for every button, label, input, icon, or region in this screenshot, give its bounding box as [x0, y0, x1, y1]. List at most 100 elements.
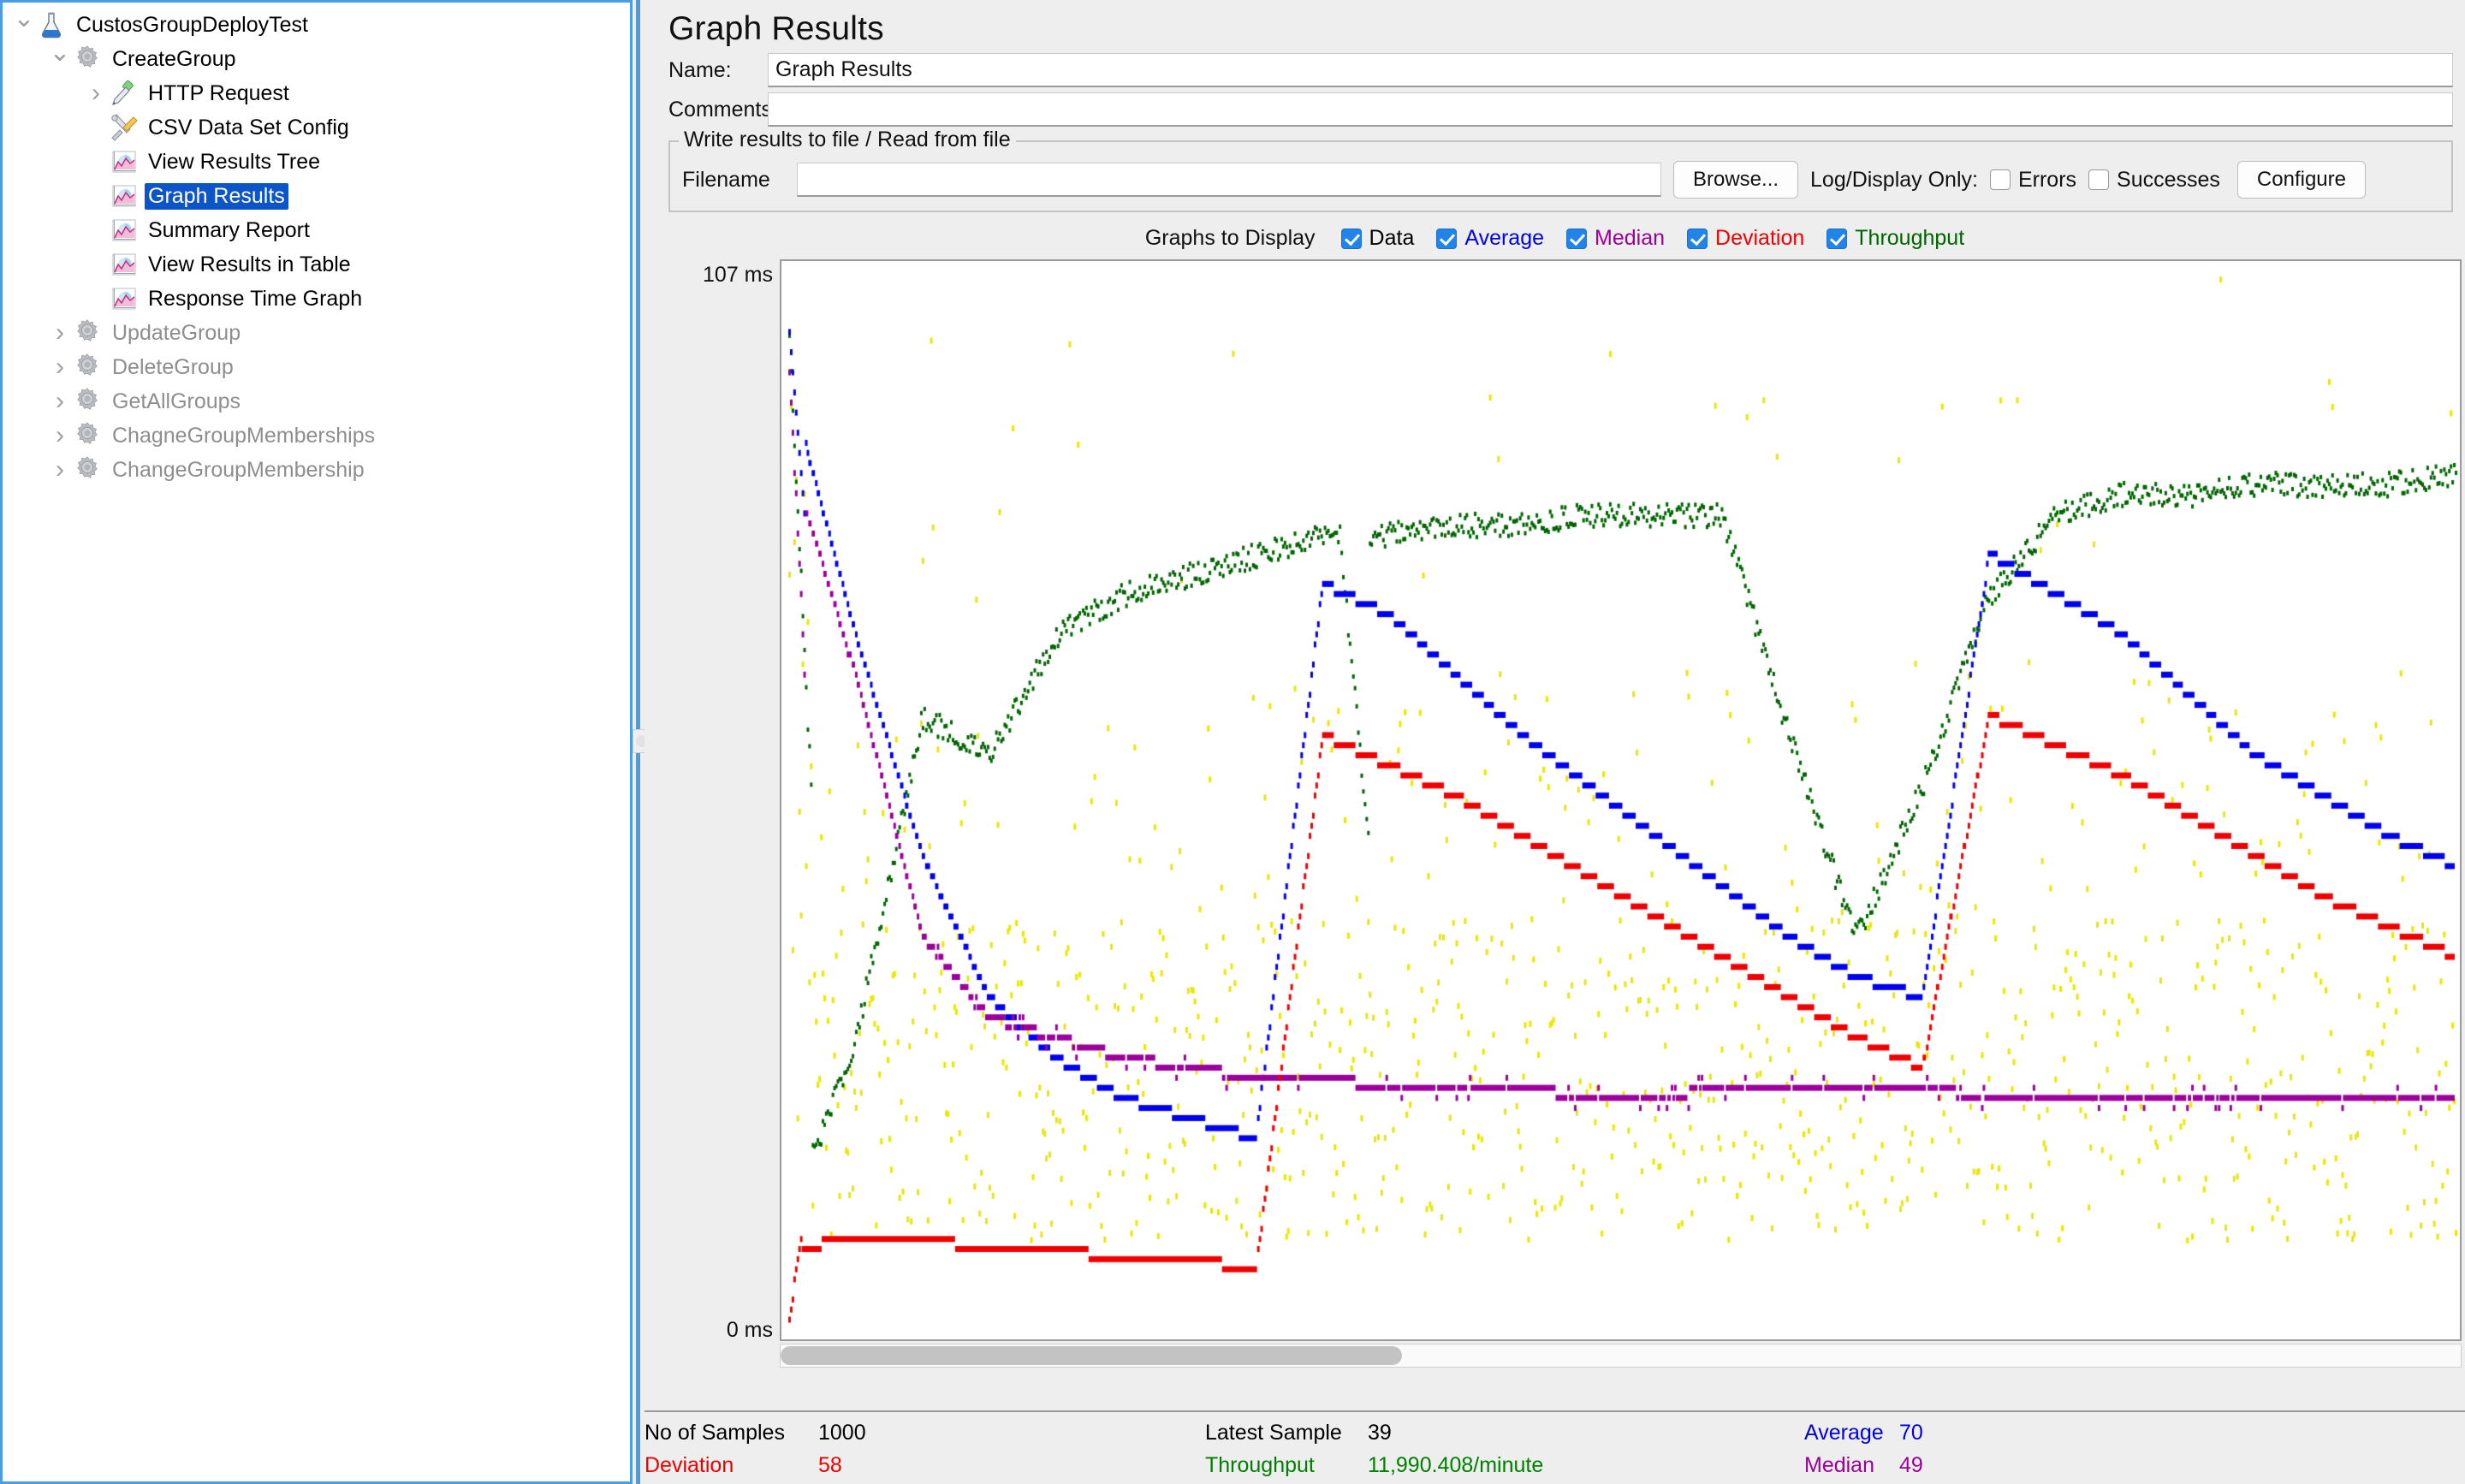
tree-node-label: CustosGroupDeployTest — [73, 12, 312, 39]
chevron-down-icon[interactable]: ⌄ — [11, 6, 37, 32]
listener-graph-icon — [109, 284, 138, 313]
throughput-label: Throughput — [1205, 1453, 1315, 1478]
scrollbar-thumb[interactable] — [781, 1346, 1402, 1365]
tree-node-label: View Results Tree — [145, 149, 324, 175]
graphs-to-display-average-wrap[interactable]: Average — [1436, 226, 1544, 251]
graphs-to-display-throughput-wrap[interactable]: Throughput — [1826, 226, 1964, 251]
tree-node-deletegroup[interactable]: › DeleteGroup — [3, 350, 630, 384]
tree-node-http-request[interactable]: › HTTP Request — [3, 76, 630, 110]
successes-checkbox-wrap[interactable]: Successes — [2088, 168, 2220, 193]
filename-label: Filename — [682, 168, 785, 193]
chevron-right-icon[interactable]: › — [47, 389, 73, 414]
name-input[interactable]: Graph Results — [768, 53, 2453, 87]
statistics-footer: No of Samples 1000 Deviation 58 Latest S… — [644, 1410, 2465, 1484]
tree-node-response-time-graph[interactable]: Response Time Graph — [3, 282, 630, 316]
listener-graph-icon — [109, 250, 138, 279]
graph-area: 107 ms 0 ms — [668, 259, 2453, 1368]
listener-graph-icon — [109, 181, 138, 211]
comments-label: Comments: — [668, 98, 768, 122]
tree-node-view-results-in-table[interactable]: View Results in Table — [3, 247, 630, 282]
y-axis: 107 ms 0 ms — [668, 259, 780, 1341]
thread-group-gear-icon — [73, 353, 102, 382]
chevron-right-icon[interactable]: › — [47, 423, 73, 448]
filename-row: Filename Browse... Log/Display Only: Err… — [682, 161, 2439, 199]
graphs-to-display-data-wrap[interactable]: Data — [1341, 226, 1415, 251]
y-axis-min-label: 0 ms — [727, 1318, 773, 1343]
configure-button[interactable]: Configure — [2237, 161, 2366, 199]
graphs-to-display-median-label: Median — [1595, 226, 1665, 251]
comments-row: Comments: — [644, 87, 2465, 127]
filename-input[interactable] — [797, 163, 1661, 197]
thread-group-gear-icon — [73, 455, 102, 484]
tree-node-summary-report[interactable]: Summary Report — [3, 213, 630, 247]
thread-group-gear-icon — [73, 318, 102, 347]
log-display-only-label: Log/Display Only: — [1810, 168, 1978, 193]
listener-graph-icon — [109, 147, 138, 176]
average-value: 70 — [1899, 1421, 1923, 1445]
tree-node-label: ChagneGroupMemberships — [109, 423, 378, 449]
tree-node-custosgroupdeploytest[interactable]: ⌄ CustosGroupDeployTest — [3, 8, 630, 42]
test-plan-tree-panel[interactable]: ⌄ CustosGroupDeployTest⌄ CreateGroup› HT… — [0, 0, 633, 1484]
test-plan-tree[interactable]: ⌄ CustosGroupDeployTest⌄ CreateGroup› HT… — [3, 3, 630, 487]
tree-node-view-results-tree[interactable]: View Results Tree — [3, 145, 630, 179]
tree-node-label: Summary Report — [145, 217, 313, 244]
chevron-right-icon[interactable]: › — [47, 320, 73, 346]
graphs-to-display-row: Graphs to Display DataAverageMedianDevia… — [644, 212, 2465, 259]
tree-node-label: DeleteGroup — [109, 354, 237, 381]
name-row: Name: Graph Results — [644, 48, 2465, 87]
chevron-right-icon[interactable]: › — [83, 80, 109, 106]
graph-results-panel: Graph Results Name: Graph Results Commen… — [644, 0, 2465, 1484]
graphs-to-display-deviation-label: Deviation — [1715, 226, 1804, 251]
name-label: Name: — [668, 58, 768, 83]
tree-indent-spacer — [83, 255, 109, 275]
tree-node-label: Graph Results — [145, 183, 288, 210]
errors-checkbox-wrap[interactable]: Errors — [1990, 168, 2076, 193]
thread-group-gear-icon — [73, 45, 102, 74]
successes-checkbox[interactable] — [2088, 169, 2109, 190]
errors-checkbox[interactable] — [1990, 169, 2011, 190]
graphs-to-display-data-label: Data — [1369, 226, 1415, 251]
chevron-right-icon[interactable]: › — [47, 354, 73, 380]
thread-group-gear-icon — [73, 387, 102, 416]
average-label: Average — [1804, 1421, 1884, 1445]
comments-input[interactable] — [768, 92, 2453, 127]
latest-sample-value: 39 — [1368, 1421, 1392, 1445]
tree-node-changegroupmembership[interactable]: › ChangeGroupMembership — [3, 453, 630, 487]
panel-splitter[interactable] — [633, 0, 644, 1484]
tree-node-csv-data-set-config[interactable]: CSV Data Set Config — [3, 110, 630, 145]
tree-indent-spacer — [83, 152, 109, 172]
throughput-value: 11,990.408/minute — [1368, 1453, 1543, 1478]
tree-indent-spacer — [83, 289, 109, 309]
tree-node-label: ChangeGroupMembership — [109, 457, 368, 484]
graphs-to-display-median-checkbox[interactable] — [1566, 229, 1587, 249]
latest-sample-label: Latest Sample — [1205, 1421, 1342, 1445]
graphs-to-display-median-wrap[interactable]: Median — [1566, 226, 1665, 251]
plot-area[interactable] — [780, 259, 2462, 1341]
successes-label: Successes — [2117, 168, 2220, 193]
deviation-value: 58 — [818, 1453, 842, 1478]
browse-button[interactable]: Browse... — [1673, 161, 1798, 199]
tree-node-updategroup[interactable]: › UpdateGroup — [3, 316, 630, 350]
tree-node-label: GetAllGroups — [109, 389, 244, 415]
tree-node-creategroup[interactable]: ⌄ CreateGroup — [3, 42, 630, 76]
listener-graph-icon — [109, 216, 138, 245]
chevron-down-icon[interactable]: ⌄ — [47, 40, 73, 66]
tree-node-label: UpdateGroup — [109, 320, 244, 347]
chevron-right-icon[interactable]: › — [47, 457, 73, 483]
tree-indent-spacer — [83, 118, 109, 138]
graphs-to-display-throughput-checkbox[interactable] — [1826, 229, 1847, 249]
tree-node-chagnegroupmemberships[interactable]: › ChagneGroupMemberships — [3, 418, 630, 453]
graph-canvas[interactable] — [781, 261, 2460, 1339]
deviation-label: Deviation — [644, 1453, 734, 1478]
write-results-legend: Write results to file / Read from file — [679, 128, 1016, 152]
graphs-to-display-data-checkbox[interactable] — [1341, 229, 1362, 249]
graph-horizontal-scrollbar[interactable] — [780, 1344, 2462, 1368]
graphs-to-display-deviation-checkbox[interactable] — [1687, 229, 1708, 249]
graphs-to-display-average-checkbox[interactable] — [1436, 229, 1457, 249]
tree-node-label: HTTP Request — [145, 80, 293, 107]
graphs-to-display-deviation-wrap[interactable]: Deviation — [1687, 226, 1804, 251]
tree-node-label: CSV Data Set Config — [145, 115, 353, 141]
tree-node-graph-results[interactable]: Graph Results — [3, 179, 630, 213]
tree-node-getallgroups[interactable]: › GetAllGroups — [3, 384, 630, 418]
tree-indent-spacer — [83, 187, 109, 206]
